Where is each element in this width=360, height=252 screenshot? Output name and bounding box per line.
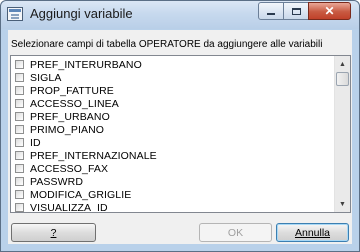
checkbox[interactable] <box>15 112 24 121</box>
checklist-item-label: ID <box>30 136 41 149</box>
scroll-up-arrow-icon[interactable]: ▲ <box>335 56 350 72</box>
help-button[interactable]: ? <box>11 223 96 242</box>
checkbox[interactable] <box>15 164 24 173</box>
close-icon: ✕ <box>324 4 335 18</box>
minimize-icon <box>267 13 275 15</box>
checklist-item[interactable]: VISUALIZZA_ID <box>11 201 336 213</box>
dialog-body: Selezionare campi di tabella OPERATORE d… <box>8 30 352 244</box>
checkbox[interactable] <box>15 138 24 147</box>
close-button[interactable]: ✕ <box>308 2 351 20</box>
checkbox[interactable] <box>15 190 24 199</box>
checklist-item[interactable]: PREF_INTERURBANO <box>11 58 336 71</box>
checklist-item-label: ACCESSO_FAX <box>30 162 109 175</box>
fields-checklist[interactable]: PREF_INTERURBANO SIGLA PROP_FATTURE ACCESSO… <box>10 55 351 213</box>
checklist-item-label: ACCESSO_LINEA <box>30 97 119 110</box>
checklist-item-label: PRIMO_PIANO <box>30 123 105 136</box>
checkbox[interactable] <box>15 125 24 134</box>
ok-button[interactable]: OK <box>199 223 272 242</box>
checklist-item[interactable]: MODIFICA_GRIGLIE <box>11 188 336 201</box>
checkbox[interactable] <box>15 177 24 186</box>
checklist-item-label: PREF_INTERURBANO <box>30 58 142 71</box>
checklist-item-label: PREF_INTERNAZIONALE <box>30 149 157 162</box>
checklist-item[interactable]: ACCESSO_FAX <box>11 162 336 175</box>
minimize-button[interactable] <box>258 2 284 20</box>
checklist-item[interactable]: PREF_URBANO <box>11 110 336 123</box>
checkbox[interactable] <box>15 151 24 160</box>
scroll-down-arrow-icon[interactable]: ▼ <box>335 196 350 212</box>
checklist-item[interactable]: PREF_INTERNAZIONALE <box>11 149 336 162</box>
help-button-label: ? <box>50 226 57 239</box>
checklist-item[interactable]: ACCESSO_LINEA <box>11 97 336 110</box>
checkbox[interactable] <box>15 86 24 95</box>
checkbox[interactable] <box>15 203 24 212</box>
checkbox[interactable] <box>15 73 24 82</box>
vertical-scrollbar[interactable]: ▲ ▼ <box>334 56 350 212</box>
checklist-items: PREF_INTERURBANO SIGLA PROP_FATTURE ACCESSO… <box>11 58 336 213</box>
checklist-item[interactable]: SIGLA <box>11 71 336 84</box>
maximize-button[interactable] <box>283 2 309 20</box>
app-window-icon <box>7 7 23 21</box>
checkbox[interactable] <box>15 60 24 69</box>
cancel-button[interactable]: Annulla <box>276 223 349 242</box>
checklist-item[interactable]: PRIMO_PIANO <box>11 123 336 136</box>
ok-button-label: OK <box>227 226 244 239</box>
checklist-item-label: PASSWRD <box>30 175 84 188</box>
checklist-item-label: MODIFICA_GRIGLIE <box>30 188 132 201</box>
checkbox[interactable] <box>15 99 24 108</box>
checklist-item-label: SIGLA <box>30 71 62 84</box>
checklist-item[interactable]: PASSWRD <box>11 175 336 188</box>
checklist-item[interactable]: PROP_FATTURE <box>11 84 336 97</box>
title-bar[interactable]: Aggiungi variabile ✕ <box>1 1 359 29</box>
checklist-item-label: PROP_FATTURE <box>30 84 114 97</box>
maximize-icon <box>291 7 301 15</box>
instruction-text: Selezionare campi di tabella OPERATORE d… <box>11 39 323 50</box>
window-title: Aggiungi variabile <box>30 6 133 21</box>
cancel-button-label: Annulla <box>294 226 331 239</box>
checklist-item[interactable]: ID <box>11 136 336 149</box>
checklist-item-label: VISUALIZZA_ID <box>30 201 108 213</box>
scroll-thumb[interactable] <box>336 72 349 86</box>
dialog-window: Aggiungi variabile ✕ Selezionare campi d… <box>0 0 360 252</box>
checklist-item-label: PREF_URBANO <box>30 110 110 123</box>
